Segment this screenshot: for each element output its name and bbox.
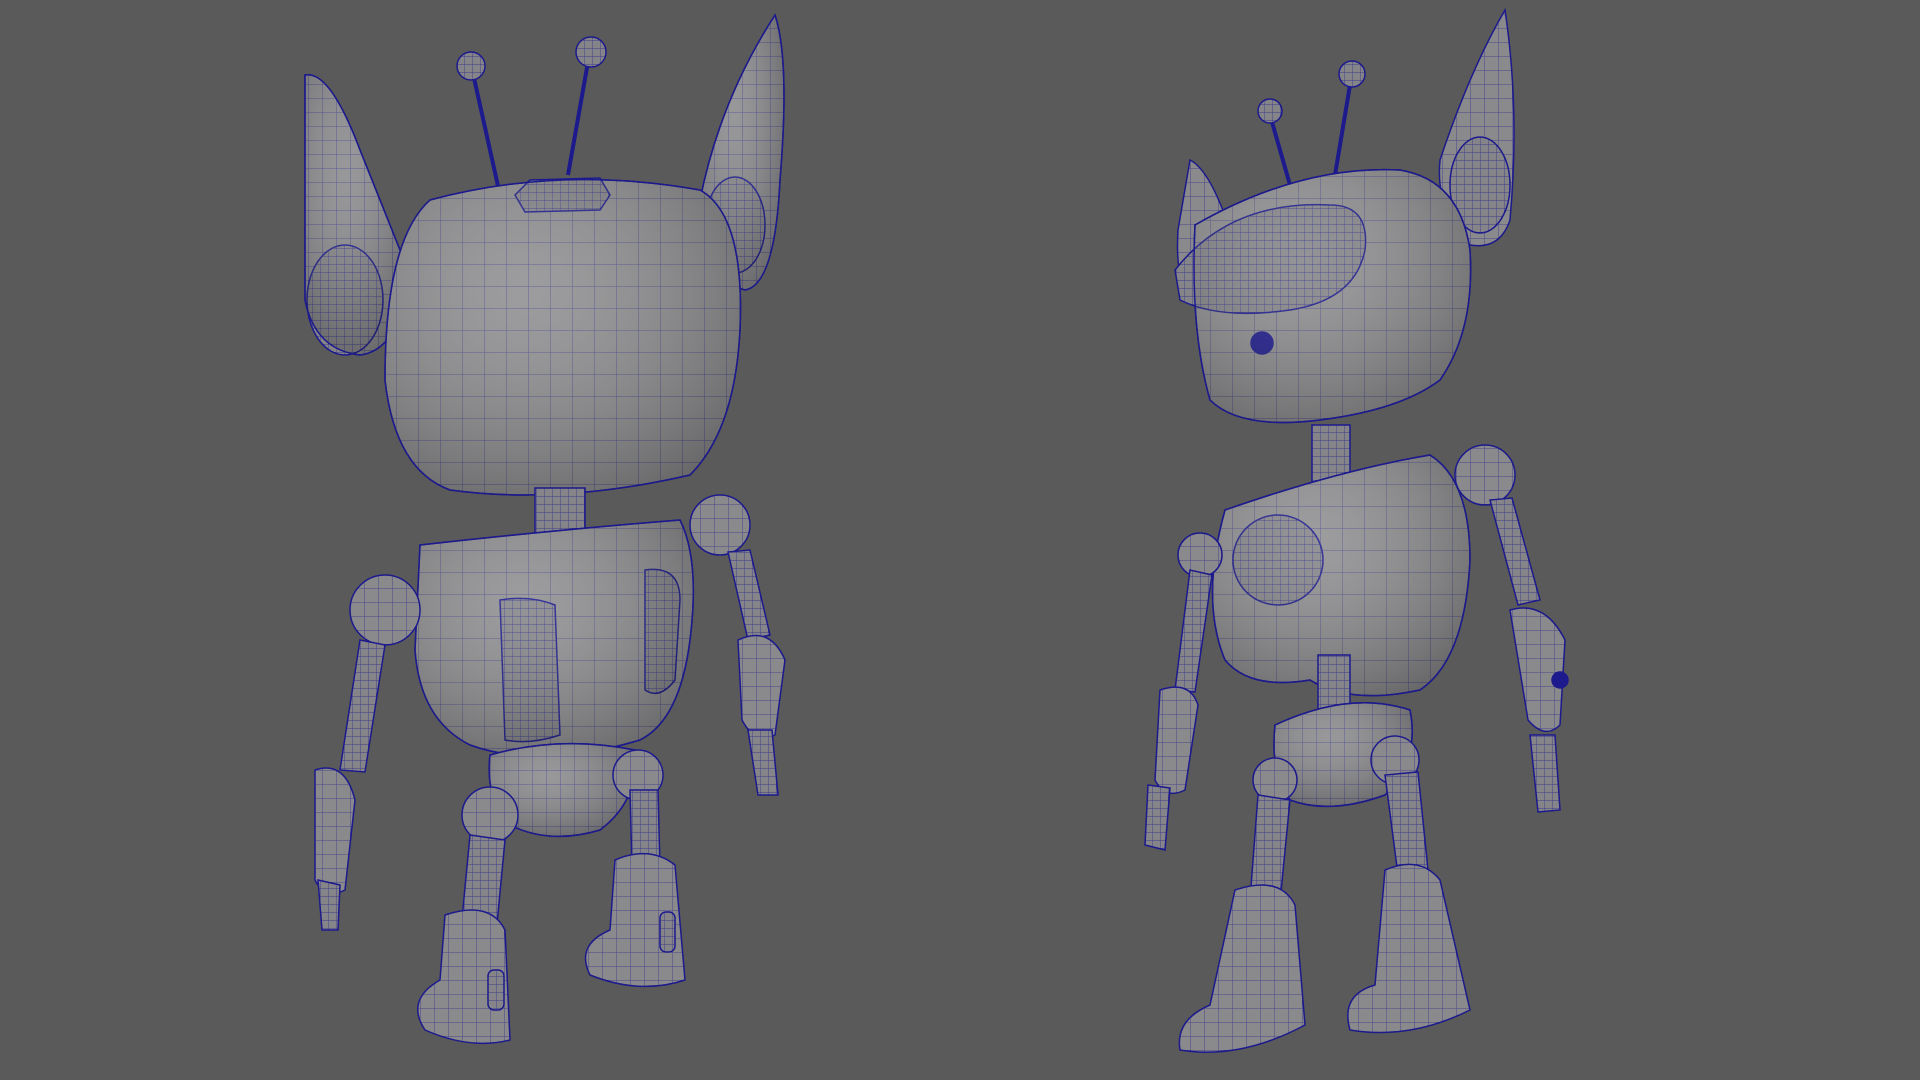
leg-left [417,786,519,1045]
arm-left [314,574,421,931]
3d-viewport [0,0,1920,1080]
antenna-right [566,36,607,176]
antenna-right [1333,60,1366,176]
antenna-left [1257,98,1292,186]
torso [414,519,695,758]
arm-right [1454,444,1569,813]
arm-right [689,494,786,796]
arm-left [1144,532,1223,851]
leg-left [1178,757,1306,1053]
head [384,177,742,496]
antenna-left [456,51,502,196]
robot-back-view[interactable] [304,13,786,1045]
robot-front-view[interactable] [1144,7,1569,1053]
